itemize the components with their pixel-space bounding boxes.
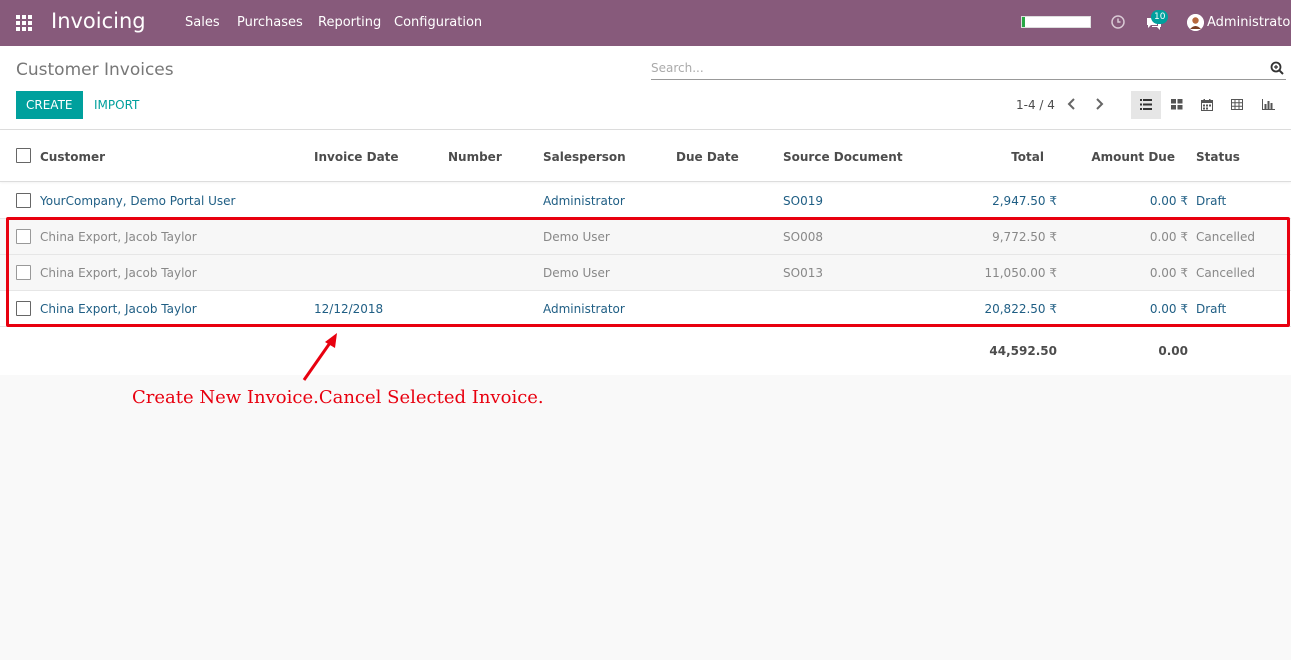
menu-purchases[interactable]: Purchases [237,15,303,30]
sum-total: 44,592.50 [989,344,1057,358]
cell-total: 2,947.50 ₹ [992,194,1057,208]
header-customer[interactable]: Customer [40,150,105,164]
calendar-view-icon [1201,99,1213,111]
annotation-text: Create New Invoice.Cancel Selected Invoi… [132,387,544,408]
app-title[interactable]: Invoicing [51,9,146,33]
progress-fill [1022,17,1026,27]
cell-status: Draft [1196,194,1227,208]
cell-source-document: SO019 [783,194,823,208]
chevron-left-icon[interactable] [1066,96,1078,112]
header-due-date[interactable]: Due Date [676,150,739,164]
list-view-icon [1140,99,1152,110]
annotation-arrow-icon [302,333,337,381]
header-invoice-date[interactable]: Invoice Date [314,150,399,164]
import-button[interactable]: IMPORT [94,91,139,119]
search-icon[interactable] [1270,61,1284,75]
kanban-view-icon [1171,99,1183,110]
cell-amount-due: 0.00 ₹ [1149,194,1188,208]
header-number[interactable]: Number [448,150,502,164]
table-header: Customer Invoice Date Number Salesperson… [0,130,1291,182]
chevron-right-icon[interactable] [1093,96,1105,112]
sum-amount-due: 0.00 [1158,344,1188,358]
pivot-view-button[interactable] [1222,91,1252,119]
search-input[interactable] [651,58,1251,78]
header-amount-due[interactable]: Amount Due [1074,150,1175,164]
header-total[interactable]: Total [943,150,1044,164]
menu-configuration[interactable]: Configuration [394,15,482,30]
table-row[interactable]: YourCompany, Demo Portal User Administra… [0,183,1291,219]
list-view-button[interactable] [1131,91,1161,119]
menu-reporting[interactable]: Reporting [318,15,381,30]
menu-sales[interactable]: Sales [185,15,220,30]
graph-view-button[interactable] [1253,91,1283,119]
search-bar [651,58,1286,80]
select-all-checkbox[interactable] [16,148,31,163]
clock-icon[interactable] [1110,14,1126,30]
header-status[interactable]: Status [1196,150,1240,164]
user-menu[interactable]: Administrator [1207,15,1291,30]
calendar-view-button[interactable] [1192,91,1222,119]
apps-menu-icon[interactable] [16,15,33,32]
create-button[interactable]: CREATE [16,91,83,119]
annotation-highlight-box [6,217,1290,327]
top-navbar: Invoicing Sales Purchases Reporting Conf… [0,0,1291,46]
header-source-document[interactable]: Source Document [783,150,903,164]
pager-value[interactable]: 1-4 / 4 [1016,98,1055,112]
page-title: Customer Invoices [16,60,174,80]
avatar[interactable] [1187,14,1204,31]
row-checkbox[interactable] [16,193,31,208]
graph-view-icon [1262,99,1275,110]
totals-row: 44,592.50 0.00 [0,327,1291,377]
control-panel: Customer Invoices CREATE IMPORT 1-4 / 4 [0,46,1291,130]
onboarding-progress-bar[interactable] [1021,16,1091,28]
pivot-view-icon [1231,99,1243,110]
cell-customer: YourCompany, Demo Portal User [40,194,236,208]
kanban-view-button[interactable] [1162,91,1192,119]
messages-badge: 10 [1151,10,1169,24]
header-salesperson[interactable]: Salesperson [543,150,626,164]
cell-salesperson: Administrator [543,194,625,208]
